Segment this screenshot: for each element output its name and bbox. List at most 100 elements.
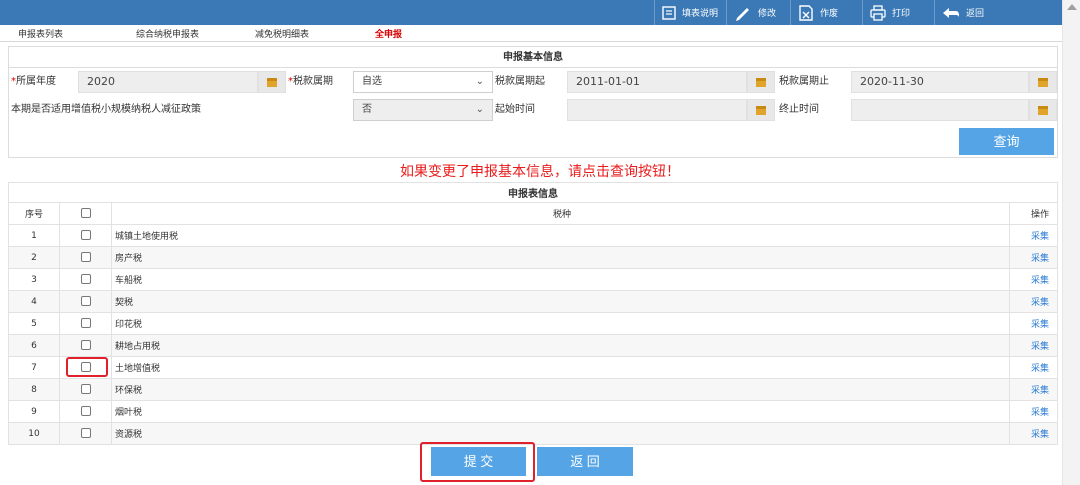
tax-rows: 1 城镇土地使用税 采集 2 房产税 采集 3 车船税 采集 4 契税 采集 5 印花税 采集 6 耕地占用税采… xyxy=(8,224,1058,445)
row-select-cell xyxy=(59,334,112,357)
period-start-label: 税款属期起 xyxy=(495,76,545,87)
calendar-icon xyxy=(1038,105,1048,115)
tax-period-select[interactable]: 自选 ⌄ xyxy=(353,71,493,93)
scroll-up-arrow-icon[interactable] xyxy=(1067,4,1077,10)
row-select-cell xyxy=(59,224,112,247)
select-all-checkbox[interactable] xyxy=(80,208,91,219)
modify-label: 修改 xyxy=(758,9,777,19)
toolbar-separator xyxy=(790,0,791,25)
row-index: 6 xyxy=(8,334,60,357)
row-tax-name: 资源税 xyxy=(111,422,1010,445)
print-label: 打印 xyxy=(892,9,911,19)
submit-button[interactable]: 提 交 xyxy=(431,447,526,476)
query-button[interactable]: 查询 xyxy=(959,128,1054,155)
row-checkbox[interactable] xyxy=(80,384,91,395)
period-end-label: 税款属期止 xyxy=(779,76,829,87)
calendar-icon xyxy=(267,77,277,87)
collect-link[interactable]: 采集 xyxy=(1031,364,1049,374)
row-index: 3 xyxy=(8,268,60,291)
row-tax-name: 印花税 xyxy=(111,312,1010,335)
tab-comprehensive-return[interactable]: 综合纳税申报表 xyxy=(136,27,199,40)
row-checkbox[interactable] xyxy=(80,252,91,263)
back-arrow-icon xyxy=(942,6,960,20)
table-row: 7 土地增值税 采集 xyxy=(8,356,1058,379)
period-start-field[interactable]: 2011-01-01 xyxy=(567,71,747,93)
vertical-scrollbar[interactable] xyxy=(1062,0,1080,485)
collect-link[interactable]: 采集 xyxy=(1031,320,1049,330)
stop-time-calendar-button[interactable] xyxy=(1029,99,1057,121)
collect-link[interactable]: 采集 xyxy=(1031,408,1049,418)
row-checkbox[interactable] xyxy=(80,362,91,373)
return-button[interactable]: 返 回 xyxy=(537,447,633,476)
row-select-cell xyxy=(59,400,112,423)
printer-icon xyxy=(870,4,886,21)
collect-link[interactable]: 采集 xyxy=(1031,386,1049,396)
row-checkbox[interactable] xyxy=(80,406,91,417)
row-select-cell xyxy=(59,246,112,269)
col-operation-header: 操作 xyxy=(1009,202,1058,225)
row-tax-name: 土地增值税 xyxy=(111,356,1010,379)
tab-declaration-list[interactable]: 申报表列表 xyxy=(18,27,63,40)
tab-bar: 申报表列表 综合纳税申报表 减免税明细表 全申报 xyxy=(0,25,1062,42)
row-checkbox[interactable] xyxy=(80,296,91,307)
period-end-calendar-button[interactable] xyxy=(1029,71,1057,93)
chevron-down-icon: ⌄ xyxy=(475,76,484,87)
collect-link[interactable]: 采集 xyxy=(1031,254,1049,264)
void-document-icon xyxy=(798,4,814,21)
collect-link[interactable]: 采集 xyxy=(1031,298,1049,308)
row-index: 10 xyxy=(8,422,60,445)
row-select-cell xyxy=(59,268,112,291)
calendar-icon xyxy=(756,77,766,87)
row-tax-name: 耕地占用税 xyxy=(111,334,1010,357)
basic-info-panel: 申报基本信息 *所属年度 2020 *税款属期 自选 ⌄ 税款属期起 2011-0… xyxy=(8,46,1058,158)
fill-guide-label: 填表说明 xyxy=(682,9,719,19)
table-row: 5 印花税 采集 xyxy=(8,312,1058,335)
tab-full-declaration[interactable]: 全申报 xyxy=(375,27,402,40)
row-index: 9 xyxy=(8,400,60,423)
year-field[interactable]: 2020 xyxy=(78,71,258,93)
collect-link[interactable]: 采集 xyxy=(1031,342,1049,352)
row-checkbox[interactable] xyxy=(80,318,91,329)
row-index: 1 xyxy=(8,224,60,247)
year-calendar-button[interactable] xyxy=(258,71,286,93)
table-row: 9 烟叶税 采集 xyxy=(8,400,1058,423)
pencil-icon xyxy=(734,5,752,21)
row-select-cell xyxy=(59,312,112,335)
collect-link[interactable]: 采集 xyxy=(1031,430,1049,440)
row-tax-name: 烟叶税 xyxy=(111,400,1010,423)
stop-time-label: 终止时间 xyxy=(779,104,819,115)
row-checkbox[interactable] xyxy=(80,340,91,351)
modify-button[interactable]: 修改 xyxy=(734,0,776,25)
toolbar-separator xyxy=(934,0,935,25)
row-index: 7 xyxy=(8,356,60,379)
print-button[interactable]: 打印 xyxy=(870,0,910,25)
table-row: 4 契税 采集 xyxy=(8,290,1058,313)
row-operation-cell: 采集 xyxy=(1009,422,1058,445)
basic-info-row-2: 本期是否适用增值税小规模纳税人减征政策 否 ⌄ 起始时间 终止时间 xyxy=(9,96,1057,124)
row-checkbox[interactable] xyxy=(80,230,91,241)
fill-guide-button[interactable]: 填表说明 xyxy=(662,0,718,25)
tax-table: 申报表信息 序号 税种 操作 1 城镇土地使用税 采集 2 房产税 采集 3 车船税 采集 4 契税… xyxy=(8,182,1058,445)
begin-time-field[interactable] xyxy=(567,99,747,121)
row-operation-cell: 采集 xyxy=(1009,334,1058,357)
row-index: 5 xyxy=(8,312,60,335)
stop-time-field[interactable] xyxy=(851,99,1029,121)
period-end-field[interactable]: 2020-11-30 xyxy=(851,71,1029,93)
tab-exemption-detail[interactable]: 减免税明细表 xyxy=(255,27,309,40)
row-tax-name: 环保税 xyxy=(111,378,1010,401)
row-tax-name: 契税 xyxy=(111,290,1010,313)
void-button[interactable]: 作废 xyxy=(798,0,838,25)
policy-select[interactable]: 否 ⌄ xyxy=(353,99,493,121)
begin-time-calendar-button[interactable] xyxy=(747,99,775,121)
back-button[interactable]: 返回 xyxy=(942,0,984,25)
toolbar-separator xyxy=(862,0,863,25)
row-select-cell xyxy=(59,422,112,445)
row-checkbox[interactable] xyxy=(80,428,91,439)
collect-link[interactable]: 采集 xyxy=(1031,232,1049,242)
row-checkbox[interactable] xyxy=(80,274,91,285)
calendar-icon xyxy=(1038,77,1048,87)
period-start-calendar-button[interactable] xyxy=(747,71,775,93)
begin-time-label: 起始时间 xyxy=(495,104,535,115)
collect-link[interactable]: 采集 xyxy=(1031,276,1049,286)
table-row: 6 耕地占用税 采集 xyxy=(8,334,1058,357)
